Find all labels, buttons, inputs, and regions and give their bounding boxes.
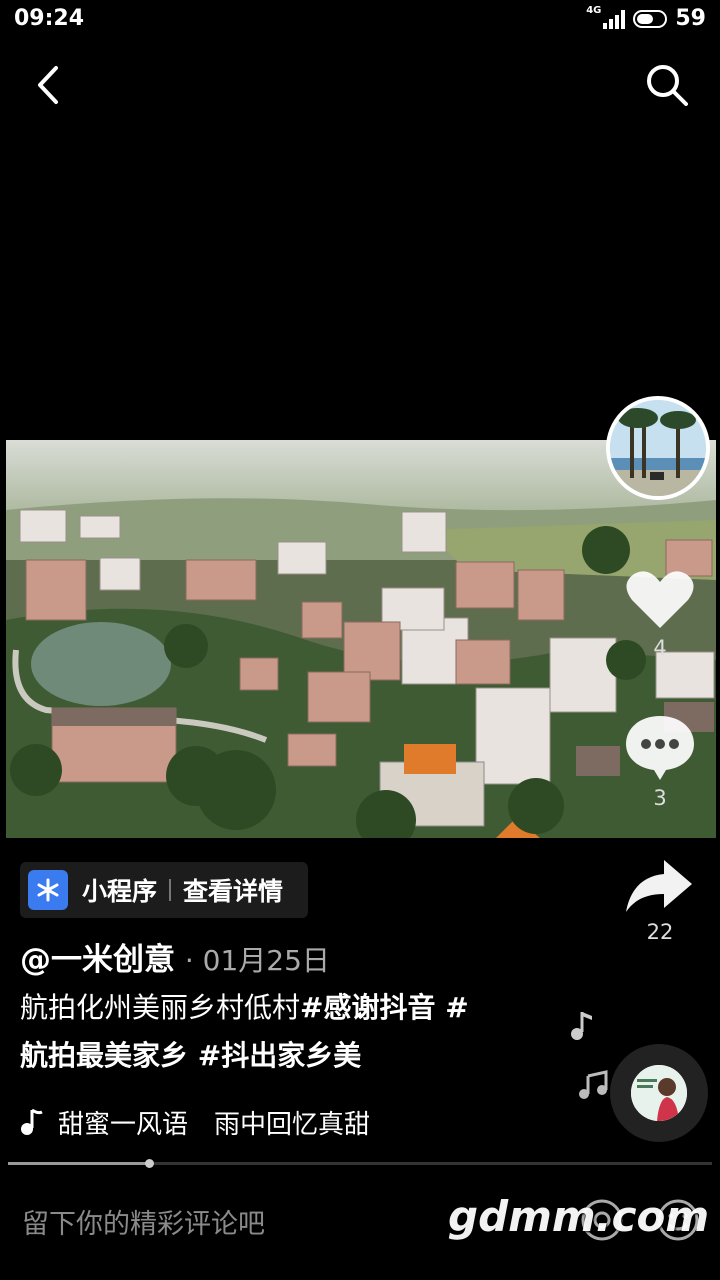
video-description: 航拍化州美丽乡村低村#感谢抖音 # 航拍最美家乡 #抖出家乡美 xyxy=(20,984,540,1080)
music-note-icon xyxy=(571,1012,592,1040)
author-line: @一米创意 · 01月25日 xyxy=(20,934,330,979)
comment-icon xyxy=(626,716,694,780)
divider xyxy=(169,879,172,901)
description-text: 航拍化州美丽乡村低村 xyxy=(20,991,301,1024)
status-indicators: 4G 59 xyxy=(586,5,706,31)
back-icon xyxy=(38,66,58,104)
comment-count: 3 xyxy=(653,786,667,810)
share-icon xyxy=(626,860,692,912)
share-button[interactable]: 22 xyxy=(610,856,710,944)
mini-program-label: 小程序 xyxy=(82,877,158,906)
view-details-link[interactable]: 查看详情 xyxy=(183,872,283,908)
like-button[interactable]: 4 xyxy=(610,566,710,660)
battery-icon xyxy=(633,9,668,28)
search-button[interactable] xyxy=(642,60,692,110)
battery-level: 59 xyxy=(675,6,706,31)
status-time: 09:24 xyxy=(14,6,85,31)
music-note-icon xyxy=(579,1070,608,1099)
music-cover xyxy=(631,1065,687,1121)
hashtag[interactable]: 航拍最美家乡 #抖出家乡美 xyxy=(20,1039,361,1072)
author-avatar[interactable] xyxy=(606,396,710,500)
back-button[interactable] xyxy=(28,60,72,110)
status-bar: 09:24 4G 59 xyxy=(0,0,720,40)
music-row[interactable]: 甜蜜一风语 雨中回忆真甜 xyxy=(20,1102,400,1142)
music-disc[interactable] xyxy=(610,1044,708,1142)
mini-program-icon xyxy=(28,870,68,910)
like-count: 4 xyxy=(653,636,667,660)
hashtag[interactable]: #感谢抖音 # xyxy=(300,991,469,1024)
progress-knob[interactable] xyxy=(144,1159,154,1168)
watermark: gdmm.com xyxy=(448,1192,710,1241)
comment-input[interactable]: 留下你的精彩评论吧 xyxy=(22,1202,265,1241)
comment-button[interactable]: 3 xyxy=(610,712,710,810)
network-type: 4G xyxy=(586,5,602,16)
music-note-icon xyxy=(21,1108,43,1135)
avatar-image xyxy=(610,400,706,496)
post-date: · 01月25日 xyxy=(184,944,330,977)
playback-progress[interactable] xyxy=(8,1159,712,1168)
author-name[interactable]: @一米创意 xyxy=(20,942,175,978)
search-icon xyxy=(647,65,688,106)
music-title: 甜蜜一风语 雨中回忆真甜 xyxy=(58,1109,371,1140)
heart-icon xyxy=(626,571,694,628)
comment-bar: 留下你的精彩评论吧 gdmm.com xyxy=(0,1178,720,1280)
signal-icon xyxy=(603,9,626,29)
mini-program-chip[interactable]: 小程序 查看详情 xyxy=(20,862,308,918)
progress-fill xyxy=(8,1162,149,1165)
share-count: 22 xyxy=(646,920,674,944)
